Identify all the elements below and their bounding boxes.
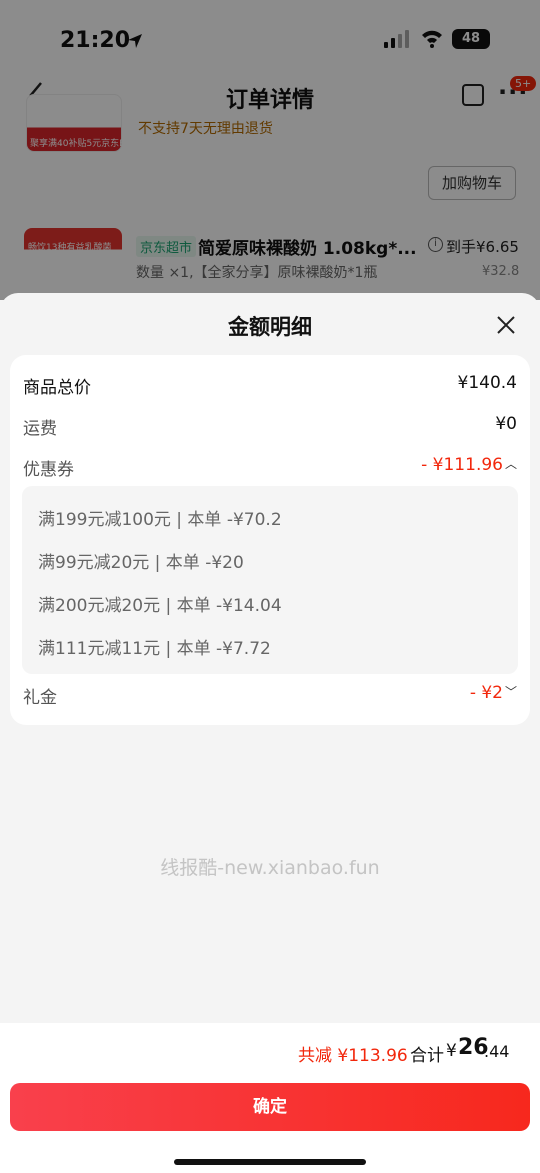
row-value: - ¥111.96 ︿ <box>421 455 517 475</box>
coupon-item: 满200元减20元 | 本单 -¥14.04 <box>38 596 282 616</box>
row-value: ¥140.4 <box>457 373 517 393</box>
row-value: ¥0 <box>495 414 517 434</box>
shipping-row: 运费 ¥0 <box>23 414 517 439</box>
sheet-title: 金额明细 <box>228 315 312 339</box>
coupon-row[interactable]: 优惠券 - ¥111.96 ︿ <box>23 455 517 480</box>
row-label: 优惠券 <box>23 460 74 480</box>
home-indicator <box>174 1159 366 1165</box>
row-label: 商品总价 <box>23 378 91 398</box>
background-page: 21:20 48 订单详情 ··· 5+ 聚享满40补贴5元京东E卡 不支持7天… <box>0 0 540 300</box>
bottom-bar: 共减 ¥113.96 合计 ¥ 26 .44 确定 <box>0 1023 540 1173</box>
gift-amount: - ¥2 <box>469 683 503 703</box>
coupon-item: 满111元减11元 | 本单 -¥7.72 <box>38 639 271 659</box>
total-saving: 共减 ¥113.96 <box>298 1046 408 1066</box>
close-icon[interactable] <box>494 313 518 337</box>
gift-row[interactable]: 礼金 - ¥2 ﹀ <box>23 683 517 708</box>
watermark-text: 线报酷-new.xianbao.fun <box>160 857 380 879</box>
row-value: - ¥2 ﹀ <box>470 683 517 703</box>
coupon-item: 满199元减100元 | 本单 -¥70.2 <box>38 510 282 530</box>
amount-card: 商品总价 ¥140.4 运费 ¥0 优惠券 - ¥111.96 ︿ 满199元减1… <box>10 355 530 725</box>
coupon-detail-box: 满199元减100元 | 本单 -¥70.2 满99元减20元 | 本单 -¥2… <box>22 486 518 674</box>
total-decimal: .44 <box>484 1042 510 1061</box>
goods-total-row: 商品总价 ¥140.4 <box>23 373 517 398</box>
amount-detail-sheet: 金额明细 商品总价 ¥140.4 运费 ¥0 优惠券 - ¥111.96 ︿ 满1… <box>0 293 540 1173</box>
row-label: 礼金 <box>23 688 57 708</box>
row-label: 运费 <box>23 419 57 439</box>
modal-overlay[interactable] <box>0 0 540 300</box>
confirm-button[interactable]: 确定 <box>10 1083 530 1131</box>
total-currency: ¥ <box>446 1041 457 1061</box>
coupon-item: 满99元减20元 | 本单 -¥20 <box>38 553 244 573</box>
chevron-up-icon[interactable]: ︿ <box>505 455 517 472</box>
coupon-amount: - ¥111.96 <box>421 455 503 475</box>
total-label: 合计 <box>410 1046 444 1066</box>
chevron-down-icon[interactable]: ﹀ <box>505 683 517 700</box>
